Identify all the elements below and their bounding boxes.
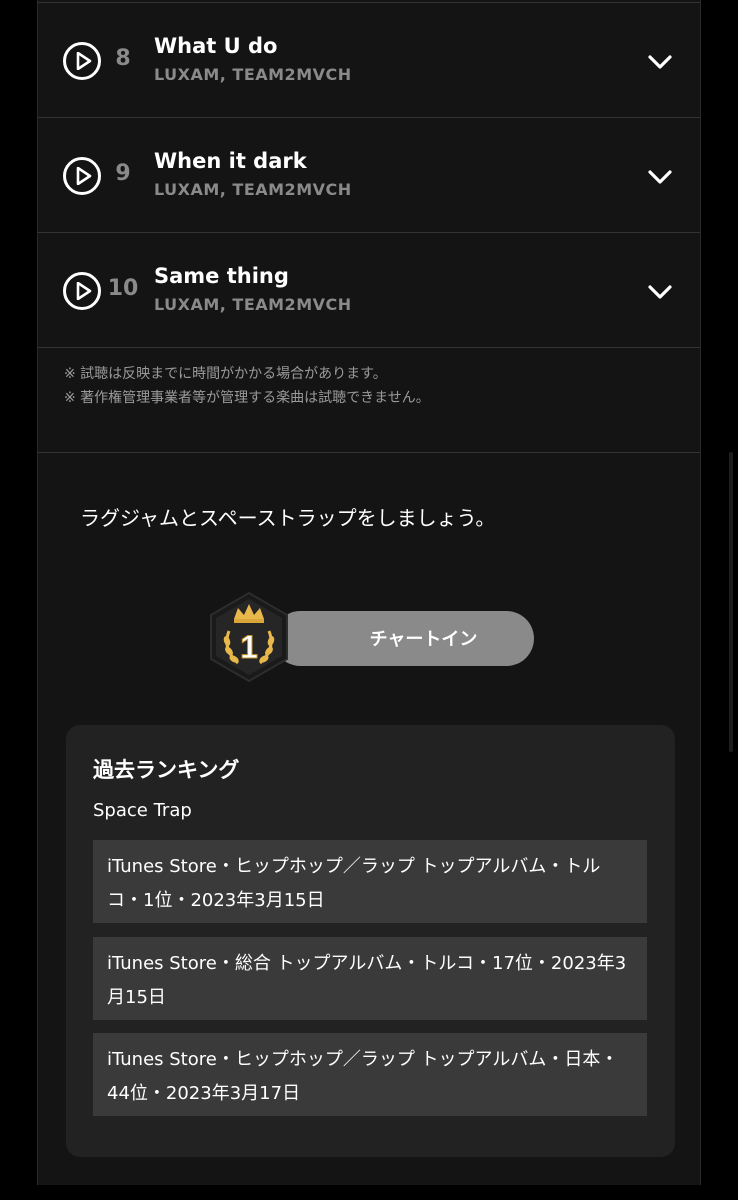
chart-in-button[interactable]: チャートイン (273, 611, 534, 666)
track-row[interactable]: 10 Same thing LUXAM, TEAM2MVCH (38, 232, 700, 347)
chevron-down-icon[interactable] (647, 283, 673, 301)
ranking-entry: iTunes Store・ヒップホップ／ラップ トップアルバム・トルコ・1位・2… (93, 840, 647, 923)
note-line: ※ 著作権管理事業者等が管理する楽曲は試聴できません。 (64, 390, 430, 406)
chevron-down-icon[interactable] (647, 168, 673, 186)
ranking-title: 過去ランキング (93, 758, 240, 782)
play-icon[interactable] (63, 272, 101, 310)
track-title: When it dark (154, 149, 307, 173)
note-line: ※ 試聴は反映までに時間がかかる場合があります。 (64, 366, 387, 382)
rank-badge-icon: 1 (210, 591, 288, 683)
ranking-entry: iTunes Store・総合 トップアルバム・トルコ・17位・2023年3月1… (93, 937, 647, 1020)
divider (38, 452, 700, 453)
play-icon[interactable] (63, 42, 101, 80)
chevron-down-icon[interactable] (647, 53, 673, 71)
ranking-album: Space Trap (93, 800, 192, 821)
track-title: Same thing (154, 264, 289, 288)
scrollbar[interactable] (729, 452, 733, 752)
track-artist: LUXAM, TEAM2MVCH (154, 295, 352, 314)
play-icon[interactable] (63, 157, 101, 195)
track-row[interactable]: 8 What U do LUXAM, TEAM2MVCH (38, 2, 700, 117)
chart-in-label: チャートイン (369, 629, 478, 650)
preview-notes: ※ 試聴は反映までに時間がかかる場合があります。 ※ 著作権管理事業者等が管理す… (64, 362, 430, 410)
track-row[interactable]: 9 When it dark LUXAM, TEAM2MVCH (38, 117, 700, 232)
track-number: 8 (115, 46, 131, 71)
album-tagline: ラグジャムとスペーストラップをしましょう。 (80, 506, 496, 530)
track-artist: LUXAM, TEAM2MVCH (154, 180, 352, 199)
past-ranking-panel: 過去ランキング Space Trap iTunes Store・ヒップホップ／ラ… (66, 725, 675, 1157)
ranking-entry: iTunes Store・ヒップホップ／ラップ トップアルバム・日本・44位・2… (93, 1033, 647, 1116)
divider (38, 347, 700, 348)
track-title: What U do (154, 34, 278, 58)
track-number: 10 (107, 276, 139, 301)
track-artist: LUXAM, TEAM2MVCH (154, 65, 352, 84)
album-detail-card: 8 What U do LUXAM, TEAM2MVCH 9 When it d… (37, 0, 701, 1185)
track-number: 9 (115, 161, 131, 186)
rank-badge-number: 1 (240, 629, 258, 665)
